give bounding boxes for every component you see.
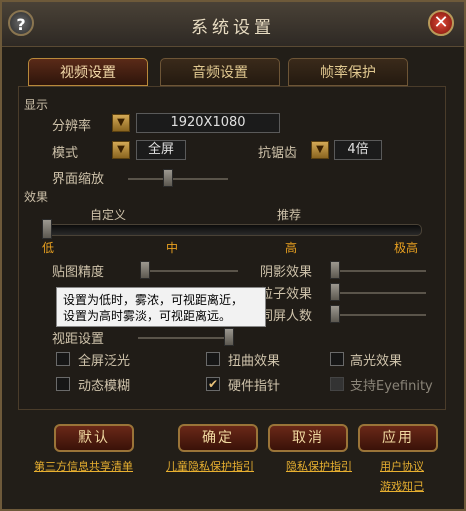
display-section-title: 显示	[24, 98, 49, 112]
tooltip-line: 设置为低时，雾浓，可视距离近，	[63, 293, 244, 307]
mode-label: 模式	[52, 146, 79, 161]
child-privacy-link[interactable]: 儿童隐私保护指引	[166, 458, 254, 474]
particle-effect-handle[interactable]	[330, 283, 340, 301]
ui-scale-label: 界面缩放	[52, 172, 105, 187]
tab-framerate-protection[interactable]: 帧率保护	[288, 58, 408, 86]
texture-quality-label: 贴图精度	[52, 265, 105, 280]
game-notice-link[interactable]: 游戏知己	[380, 478, 424, 494]
third-party-sharing-link[interactable]: 第三方信息共享清单	[34, 458, 133, 474]
view-distance-handle[interactable]	[224, 328, 234, 346]
close-button[interactable]: ✕	[428, 10, 454, 36]
view-distance-tooltip: 设置为低时，雾浓，可视距离近， 设置为高时雾淡，可视距离远。	[56, 287, 266, 327]
motion-blur-label: 动态模糊	[78, 379, 131, 394]
antialias-dropdown-button[interactable]: ▼	[311, 141, 329, 159]
particle-effect-slider[interactable]	[332, 292, 426, 294]
highlight-checkbox[interactable]	[330, 352, 344, 366]
preset-tick-low: 低	[42, 241, 55, 255]
tab-audio-settings[interactable]: 音频设置	[160, 58, 280, 86]
distortion-checkbox[interactable]	[206, 352, 220, 366]
confirm-button[interactable]: 确定	[178, 424, 258, 452]
title-bar: ? 系统设置 ✕	[2, 2, 464, 47]
same-screen-count-slider[interactable]	[332, 314, 426, 316]
antialias-label: 抗锯齿	[258, 146, 298, 161]
fullscreen-bloom-label: 全屏泛光	[78, 354, 131, 369]
quality-preset-handle[interactable]	[42, 219, 52, 239]
antialias-select[interactable]: 4倍	[334, 140, 382, 160]
chevron-down-icon: ▼	[117, 117, 125, 128]
resolution-dropdown-button[interactable]: ▼	[112, 114, 130, 132]
highlight-label: 高光效果	[350, 354, 403, 369]
quality-preset-slider[interactable]	[46, 224, 422, 236]
resolution-label: 分辨率	[52, 119, 92, 134]
eyefinity-checkbox	[330, 377, 344, 391]
apply-button[interactable]: 应用	[358, 424, 438, 452]
effects-section-title: 效果	[24, 190, 49, 204]
ui-scale-slider-handle[interactable]	[163, 169, 173, 187]
same-screen-count-handle[interactable]	[330, 305, 340, 323]
same-screen-count-label: 同屏人数	[260, 309, 313, 324]
tab-video-settings[interactable]: 视频设置	[28, 58, 148, 86]
default-button[interactable]: 默认	[54, 424, 134, 452]
settings-window: ? 系统设置 ✕ 视频设置 音频设置 帧率保护 显示 分辨率 ▼ 1920X10…	[0, 0, 466, 511]
privacy-link[interactable]: 隐私保护指引	[286, 458, 352, 474]
hardware-cursor-label: 硬件指针	[228, 379, 281, 394]
resolution-select[interactable]: 1920X1080	[136, 113, 280, 133]
texture-quality-handle[interactable]	[140, 261, 150, 279]
chevron-down-icon: ▼	[117, 144, 125, 155]
hardware-cursor-checkbox[interactable]: ✔	[206, 377, 220, 391]
texture-quality-slider[interactable]	[142, 270, 238, 272]
mode-select[interactable]: 全屏	[136, 140, 186, 160]
preset-recommended-label: 推荐	[277, 208, 302, 222]
shadow-effect-label: 阴影效果	[260, 265, 313, 280]
view-distance-label: 视距设置	[52, 332, 105, 347]
checkmark-icon: ✔	[207, 377, 219, 391]
user-agreement-link[interactable]: 用户协议	[380, 458, 424, 474]
preset-tick-high: 高	[285, 241, 298, 255]
shadow-effect-handle[interactable]	[330, 261, 340, 279]
particle-effect-label: 粒子效果	[260, 287, 313, 302]
preset-custom-label: 自定义	[90, 208, 127, 222]
preset-tick-ultra: 极高	[394, 241, 419, 255]
ui-scale-slider[interactable]	[128, 178, 228, 180]
preset-tick-medium: 中	[166, 241, 179, 255]
mode-dropdown-button[interactable]: ▼	[112, 141, 130, 159]
eyefinity-label: 支持Eyefinity	[350, 379, 433, 394]
close-icon: ✕	[433, 12, 449, 33]
fullscreen-bloom-checkbox[interactable]	[56, 352, 70, 366]
shadow-effect-slider[interactable]	[332, 270, 426, 272]
cancel-button[interactable]: 取消	[268, 424, 348, 452]
chevron-down-icon: ▼	[316, 144, 324, 155]
motion-blur-checkbox[interactable]	[56, 377, 70, 391]
view-distance-slider[interactable]	[138, 337, 234, 339]
window-title: 系统设置	[191, 18, 275, 38]
distortion-label: 扭曲效果	[228, 354, 281, 369]
tooltip-line: 设置为高时雾淡，可视距离远。	[63, 309, 232, 323]
